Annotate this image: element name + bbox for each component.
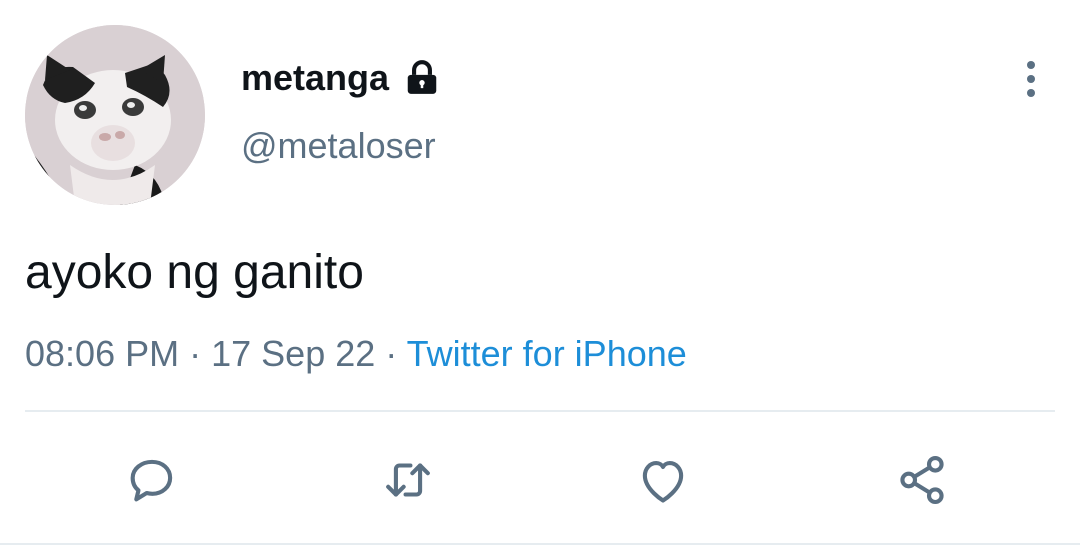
divider [0, 543, 1080, 545]
like-icon [642, 461, 684, 503]
tweet-text: ayoko ng ganito [25, 246, 364, 299]
cat-avatar-icon [25, 25, 205, 205]
meta-separator: · [189, 333, 202, 374]
share-icon [900, 455, 944, 505]
retweet-icon [386, 463, 430, 497]
display-name[interactable]: metanga [241, 56, 389, 100]
avatar[interactable] [25, 25, 205, 205]
user-handle[interactable]: @metaloser [241, 124, 436, 168]
more-vertical-icon [1027, 61, 1035, 97]
reply-button[interactable] [120, 448, 184, 512]
tweet-time: 08:06 PM [25, 333, 180, 374]
tweet-date: 17 Sep 22 [211, 333, 376, 374]
tweet-meta: 08:06 PM · 17 Sep 22 · Twitter for iPhon… [25, 332, 687, 376]
retweet-button[interactable] [376, 448, 440, 512]
display-name-row: metanga [241, 56, 441, 100]
meta-separator: · [385, 333, 398, 374]
share-button[interactable] [890, 448, 954, 512]
lock-icon [403, 59, 441, 97]
like-button[interactable] [631, 448, 695, 512]
reply-icon [130, 459, 173, 502]
divider [25, 410, 1055, 412]
tweet-source-link[interactable]: Twitter for iPhone [407, 333, 687, 374]
more-options-button[interactable] [1004, 52, 1058, 106]
